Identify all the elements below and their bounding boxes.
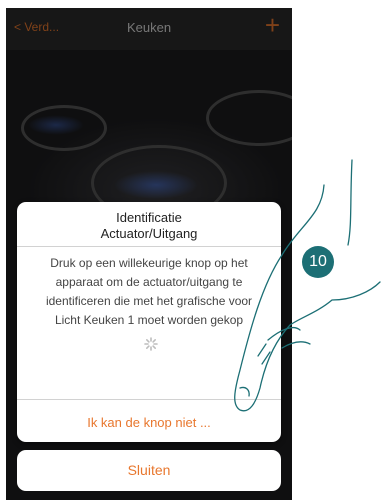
pointing-hand-icon	[234, 159, 381, 412]
